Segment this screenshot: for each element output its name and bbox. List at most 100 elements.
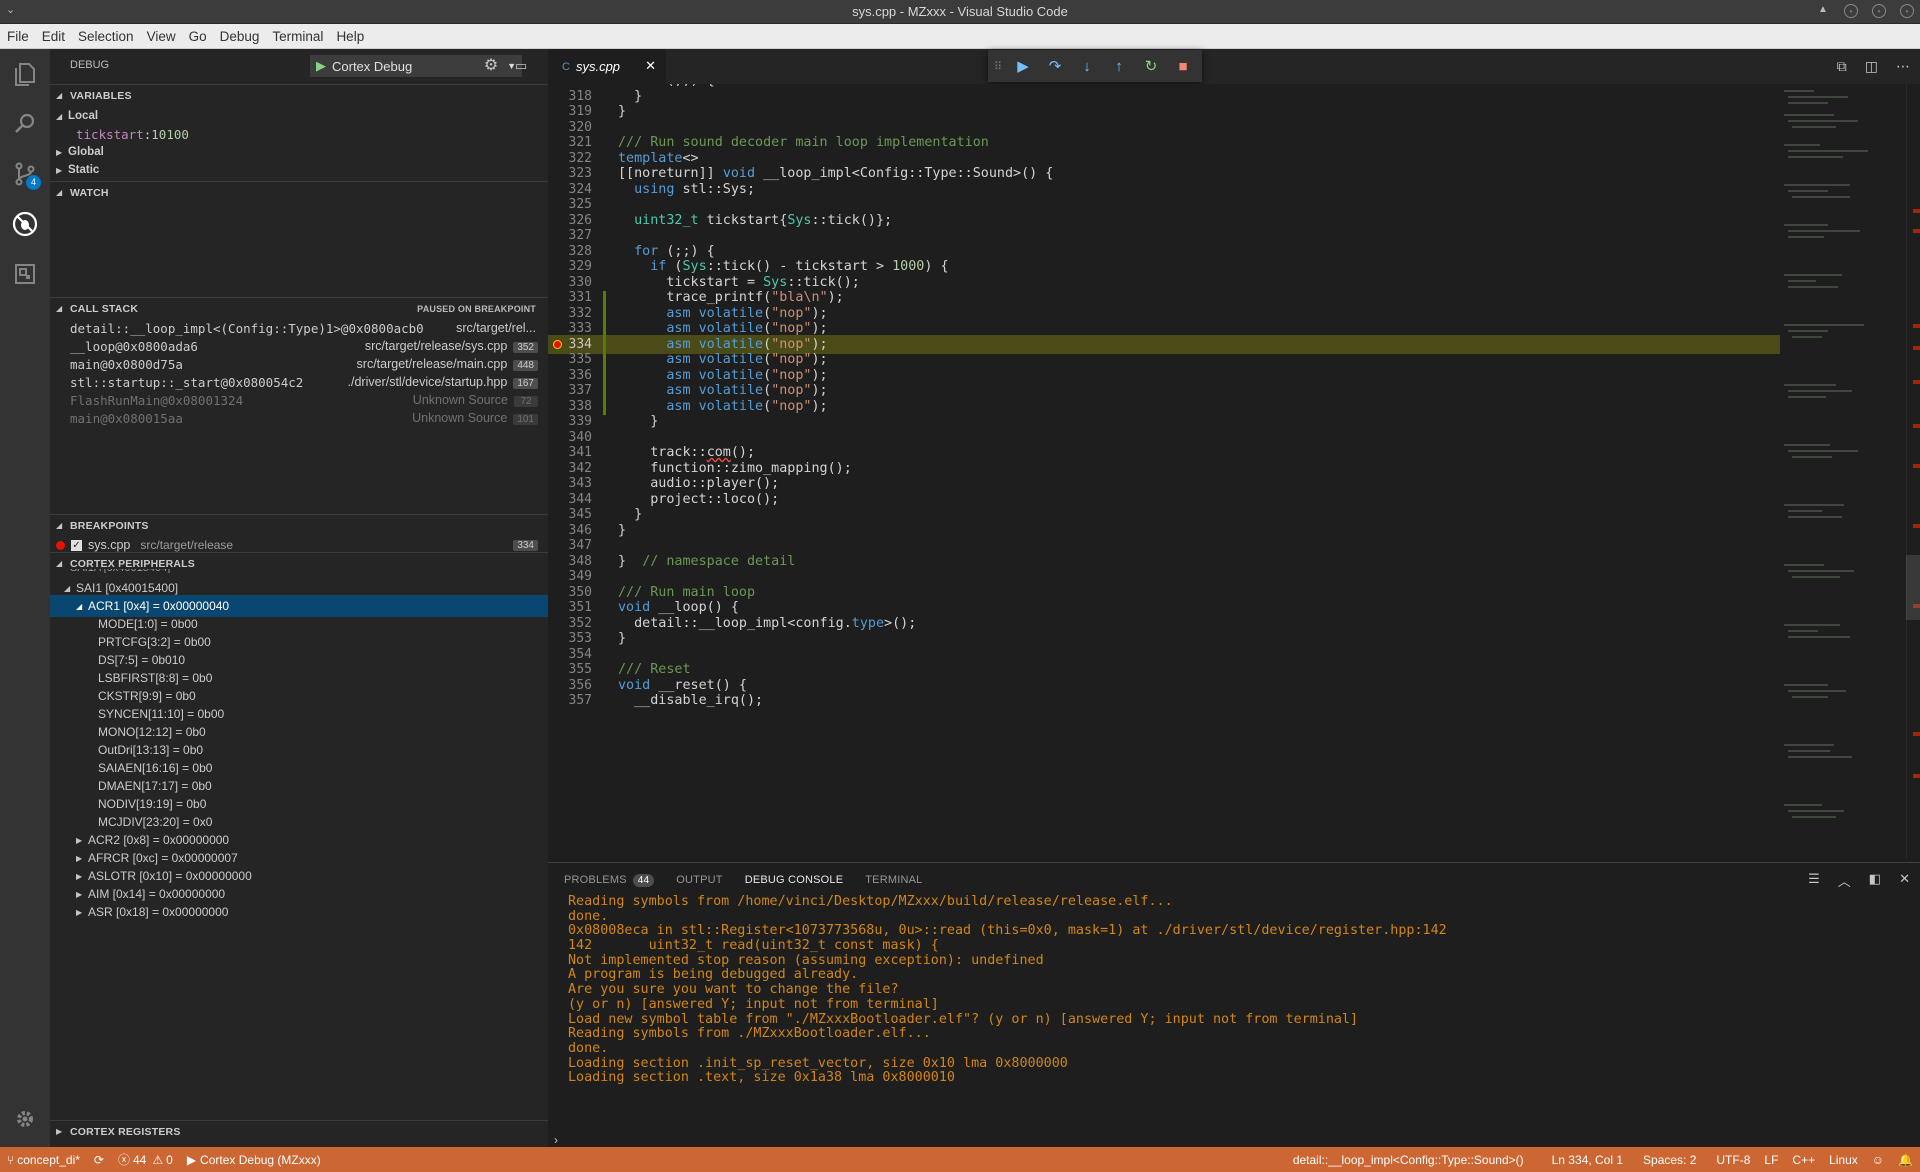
drag-handle-icon[interactable]: ⠿ — [994, 60, 1004, 73]
console-line: A program is being debugged already. — [568, 967, 859, 983]
gear-icon[interactable]: ⚙ — [482, 57, 500, 75]
menu-edit[interactable]: Edit — [41, 27, 66, 46]
minimap[interactable] — [1780, 84, 1900, 858]
eol[interactable]: LF — [1757, 1153, 1785, 1167]
close-tab-icon[interactable]: ✕ — [645, 58, 656, 74]
console-line: (y or n) [answered Y; input not from ter… — [568, 996, 939, 1012]
overview-ruler[interactable] — [1906, 84, 1920, 858]
debug-icon[interactable] — [0, 199, 50, 249]
tab-problems[interactable]: PROBLEMS 44 — [564, 873, 655, 887]
line-number: 357 — [568, 693, 592, 708]
encoding[interactable]: UTF-8 — [1709, 1153, 1757, 1167]
console-line: Loading section .text, size 0x1a38 lma 0… — [568, 1070, 955, 1086]
tab-debug-console[interactable]: DEBUG CONSOLE — [745, 874, 844, 886]
register-row[interactable]: ▶ ASR [0x18] = 0x00000000 — [50, 901, 548, 923]
cortex-registers-header[interactable]: ▶ CORTEX REGISTERS — [50, 1120, 548, 1142]
menu-go[interactable]: Go — [188, 27, 208, 46]
callstack-header[interactable]: ◢ CALL STACK PAUSED ON BREAKPOINT — [50, 297, 548, 319]
menu-selection[interactable]: Selection — [77, 27, 135, 46]
variable-name: tickstart — [76, 126, 144, 142]
maximize-panel-icon[interactable]: ︿ — [1838, 871, 1851, 890]
menu-terminal[interactable]: Terminal — [271, 27, 324, 46]
more-actions-icon[interactable]: ⋯ — [1896, 58, 1910, 75]
collapsed-icon: ▶ — [76, 871, 83, 881]
console-line: Not implemented stop reason (assuming ex… — [568, 952, 1044, 968]
callstack-frame[interactable]: main@0x080015aa Unknown Source 101 — [50, 407, 548, 429]
editor-scroll-thumb[interactable] — [1906, 555, 1920, 620]
platform[interactable]: Linux — [1822, 1153, 1865, 1167]
title-bar: ⌄ sys.cpp - MZxxx - Visual Studio Code ▲… — [0, 0, 1920, 24]
maximize-button[interactable]: ◦ — [1872, 4, 1886, 18]
explorer-icon[interactable] — [0, 49, 50, 99]
expand-icon: ◢ — [56, 304, 63, 313]
tab-terminal[interactable]: TERMINAL — [865, 874, 922, 886]
step-over-icon[interactable]: ↷ — [1042, 53, 1068, 79]
function-breadcrumb[interactable]: detail::__loop_impl<Config::Type::Sound>… — [1286, 1153, 1531, 1167]
code-editor[interactable]: 317 for (;;) {318 }319}320321/// Run sou… — [548, 84, 1920, 858]
start-debug-icon[interactable]: ▶ — [316, 58, 326, 74]
continue-icon[interactable]: ▶ — [1010, 53, 1036, 79]
shade-window-button[interactable]: ▲ — [1816, 4, 1830, 18]
variables-static[interactable]: ▶ Static — [50, 159, 548, 181]
step-out-icon[interactable]: ↑ — [1106, 53, 1132, 79]
activity-bar: 4 — [0, 49, 50, 1147]
collapsed-icon: ▶ — [76, 907, 83, 917]
console-line: Loading section .init_sp_reset_vector, s… — [568, 1055, 1068, 1071]
toggle-panel-position-icon[interactable]: ◧ — [1869, 871, 1881, 890]
console-line: done. — [568, 1040, 609, 1056]
language-mode[interactable]: C++ — [1785, 1153, 1822, 1167]
tab-sys-cpp[interactable]: C sys.cpp ✕ — [548, 49, 666, 84]
menu-view[interactable]: View — [146, 27, 177, 46]
status-bar: ⑂ concept_di* ⟳ ⓧ 44 ⚠ 0 ▶ Cortex Debug (MZx… — [0, 1147, 1920, 1172]
error-marker — [1913, 732, 1920, 736]
console-line: 142 uint32_t read(uint32_t const mask) { — [568, 938, 939, 954]
menu-help[interactable]: Help — [335, 27, 365, 46]
watch-header[interactable]: ◢ WATCH — [50, 181, 548, 203]
collapsed-icon: ▶ — [56, 147, 63, 157]
indentation[interactable]: Spaces: 2 — [1636, 1153, 1703, 1167]
expand-icon: ◢ — [56, 559, 63, 568]
sync-icon[interactable]: ⟳ — [87, 1153, 111, 1167]
debug-config-status[interactable]: ▶ Cortex Debug (MZxxx) — [180, 1153, 328, 1167]
variables-header[interactable]: ◢ VARIABLES — [50, 84, 548, 106]
variable-value: 10100 — [151, 126, 189, 142]
menu-file[interactable]: File — [6, 27, 30, 46]
restart-icon[interactable]: ↻ — [1138, 53, 1164, 79]
problems-status[interactable]: ⓧ 44 ⚠ 0 — [111, 1151, 180, 1168]
tab-output[interactable]: OUTPUT — [676, 874, 722, 886]
source-control-icon[interactable]: 4 — [0, 149, 50, 199]
minimize-button[interactable]: ◦ — [1844, 4, 1858, 18]
expanded-icon: ◢ — [64, 583, 71, 593]
tab-label: sys.cpp — [575, 59, 621, 74]
line-badge: 352 — [513, 342, 538, 353]
menu-debug[interactable]: Debug — [219, 27, 261, 46]
close-panel-icon[interactable]: ✕ — [1899, 871, 1910, 890]
code-line[interactable]: 357 __disable_irq(); — [548, 691, 1788, 710]
breakpoint-checkbox[interactable]: ✓ — [71, 539, 82, 551]
warning-icon: ⚠ — [152, 1152, 164, 1167]
manage-gear-icon[interactable] — [0, 1094, 50, 1144]
error-marker — [1913, 324, 1920, 328]
stop-icon[interactable]: ■ — [1170, 53, 1196, 79]
feedback-smiley-icon[interactable]: ☺ — [1865, 1153, 1891, 1167]
console-input[interactable]: › — [554, 1133, 558, 1147]
notifications-bell-icon[interactable]: 🔔 — [1891, 1153, 1920, 1167]
console-line: done. — [568, 908, 609, 924]
debug-console-icon[interactable]: ▭ — [512, 57, 530, 75]
cpp-file-icon: C — [562, 60, 570, 73]
extensions-icon[interactable] — [0, 249, 50, 299]
clear-console-icon[interactable]: ☰ — [1808, 871, 1820, 890]
split-editor-icon[interactable]: ◫ — [1865, 58, 1878, 75]
search-icon[interactable] — [0, 99, 50, 149]
open-changes-icon[interactable]: ⧉ — [1837, 58, 1847, 75]
branch-status[interactable]: ⑂ concept_di* — [0, 1153, 87, 1167]
menu-bar: File Edit Selection View Go Debug Termin… — [0, 24, 1920, 49]
breakpoint-current-icon[interactable] — [553, 339, 562, 349]
window-title: sys.cpp - MZxxx - Visual Studio Code — [852, 4, 1068, 19]
expand-icon: ◢ — [56, 91, 63, 100]
close-window-button[interactable]: ◦ — [1900, 4, 1914, 18]
step-into-icon[interactable]: ↓ — [1074, 53, 1100, 79]
collapsed-icon: ▶ — [76, 889, 83, 899]
breakpoints-header[interactable]: ◢ BREAKPOINTS — [50, 514, 548, 536]
cursor-position[interactable]: Ln 334, Col 1 — [1545, 1153, 1630, 1167]
